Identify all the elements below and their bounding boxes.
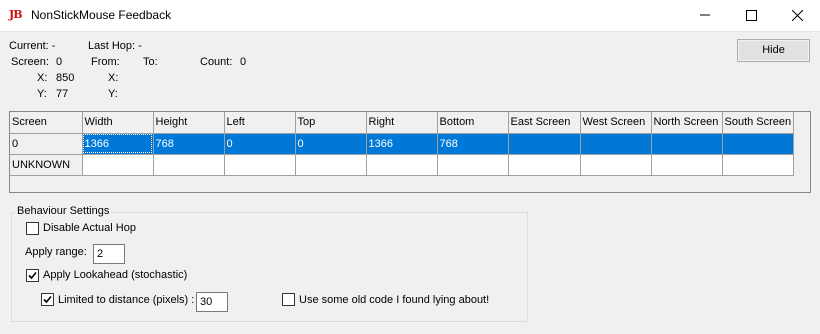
count-label: Count:: [200, 56, 233, 68]
screen-label: Screen:: [11, 56, 49, 68]
checkmark-icon: [43, 295, 52, 304]
app-logo-icon: JB: [9, 8, 23, 21]
table-cell[interactable]: 0: [224, 133, 296, 155]
screen-value: 0: [56, 56, 63, 68]
current-y-label: Y:: [37, 88, 47, 100]
table-cell[interactable]: [580, 154, 652, 176]
hop-x-label: X:: [108, 72, 119, 84]
column-header[interactable]: East Screen: [508, 112, 581, 134]
column-header[interactable]: South Screen: [722, 112, 794, 134]
table-cell[interactable]: [366, 154, 438, 176]
row-header-cell[interactable]: 0: [10, 133, 83, 155]
screens-grid[interactable]: Screen Width Height Left Top Right Bottom East …: [9, 111, 811, 193]
count-value: 0: [240, 56, 247, 68]
table-cell[interactable]: [722, 154, 794, 176]
table-cell[interactable]: [508, 133, 581, 155]
window-title: NonStickMouse Feedback: [31, 8, 172, 22]
table-cell[interactable]: [437, 154, 509, 176]
old-code-label[interactable]: Use some old code I found lying about!: [299, 294, 489, 306]
apply-range-input[interactable]: 2: [93, 244, 125, 264]
minimize-button[interactable]: [682, 0, 728, 31]
table-cell[interactable]: 0: [295, 133, 367, 155]
limited-to-distance-label[interactable]: Limited to distance (pixels) :: [58, 294, 194, 306]
maximize-button[interactable]: [728, 0, 774, 31]
current-x-value: 850: [56, 72, 75, 84]
close-button[interactable]: [774, 0, 820, 31]
apply-lookahead-label[interactable]: Apply Lookahead (stochastic): [43, 269, 187, 281]
current-label: Current: -: [9, 40, 56, 52]
column-header[interactable]: Right: [366, 112, 438, 134]
maximize-icon: [745, 9, 757, 21]
column-header[interactable]: Top: [295, 112, 367, 134]
last-hop-label: Last Hop: -: [88, 40, 142, 52]
to-label: To:: [143, 56, 158, 68]
minimize-icon: [700, 14, 710, 16]
table-cell[interactable]: [651, 154, 723, 176]
table-cell[interactable]: 1366: [82, 133, 154, 155]
disable-actual-hop-checkbox[interactable]: [26, 222, 39, 235]
column-header[interactable]: Screen: [10, 112, 83, 134]
table-cell[interactable]: [508, 154, 581, 176]
column-header[interactable]: Left: [224, 112, 296, 134]
table-row[interactable]: 0 1366 768 0 0 1366 768: [10, 133, 794, 155]
table-cell[interactable]: [224, 154, 296, 176]
table-cell[interactable]: 768: [153, 133, 225, 155]
apply-range-label: Apply range:: [25, 246, 87, 258]
from-label: From:: [91, 56, 120, 68]
close-icon: [791, 9, 803, 21]
hide-button[interactable]: Hide: [737, 39, 810, 62]
column-header[interactable]: Width: [82, 112, 154, 134]
column-header[interactable]: West Screen: [580, 112, 652, 134]
table-cell[interactable]: 768: [437, 133, 509, 155]
table-cell[interactable]: [295, 154, 367, 176]
checkmark-icon: [28, 271, 37, 280]
table-row[interactable]: UNKNOWN: [10, 154, 794, 176]
table-cell[interactable]: [651, 133, 723, 155]
table-cell[interactable]: [722, 133, 794, 155]
current-y-value: 77: [56, 88, 69, 100]
grid-header-row: Screen Width Height Left Top Right Bottom East …: [10, 112, 794, 134]
limited-to-distance-checkbox[interactable]: [41, 293, 54, 306]
table-cell[interactable]: [153, 154, 225, 176]
distance-input[interactable]: 30: [196, 292, 228, 312]
table-cell[interactable]: [580, 133, 652, 155]
row-header-cell[interactable]: UNKNOWN: [10, 154, 83, 176]
title-bar: JB NonStickMouse Feedback: [0, 0, 820, 32]
column-header[interactable]: Bottom: [437, 112, 509, 134]
disable-actual-hop-label[interactable]: Disable Actual Hop: [43, 222, 136, 234]
column-header[interactable]: Height: [153, 112, 225, 134]
column-header[interactable]: North Screen: [651, 112, 723, 134]
table-cell[interactable]: [82, 154, 154, 176]
behaviour-settings-title: Behaviour Settings: [15, 205, 112, 217]
old-code-checkbox[interactable]: [282, 293, 295, 306]
current-x-label: X:: [37, 72, 48, 84]
apply-lookahead-checkbox[interactable]: [26, 269, 39, 282]
hop-y-label: Y:: [108, 88, 118, 100]
screens-table: Screen Width Height Left Top Right Bottom East …: [10, 112, 794, 176]
table-cell[interactable]: 1366: [366, 133, 438, 155]
